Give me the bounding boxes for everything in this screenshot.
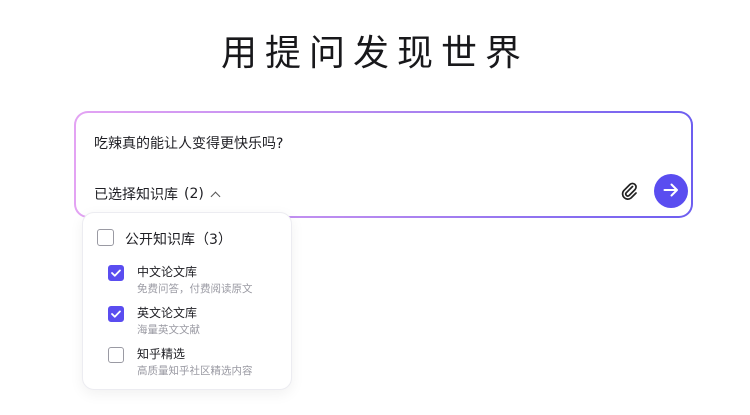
page-title: 用提问发现世界 (220, 33, 529, 74)
kb-item-name: 知乎精选 (137, 347, 186, 361)
kb-item-desc: 高质量知乎社区精选内容 (137, 365, 253, 377)
kb-item-desc: 免费问答，付费阅读原文 (137, 283, 253, 295)
chevron-up-icon (210, 191, 221, 201)
kb-selected-count: (2) (184, 186, 204, 202)
knowledge-base-dropdown: 公开知识库（3） 中文论文库 免费问答，付费阅读原文 英文论文库 海量英文文献 … (82, 212, 292, 390)
knowledge-base-toggle[interactable]: 已选择知识库 (2) (94, 184, 221, 204)
kb-item-desc: 海量英文文献 (137, 324, 200, 336)
group-label: 公开知识库（3） (125, 232, 232, 248)
arrow-right-icon (663, 183, 679, 200)
item-checkbox[interactable] (108, 347, 124, 363)
send-button[interactable] (654, 174, 688, 208)
query-input[interactable]: 吃辣真的能让人变得更快乐吗? (94, 133, 283, 153)
search-box-inner: 吃辣真的能让人变得更快乐吗? 已选择知识库 (2) (76, 113, 691, 216)
item-checkbox[interactable] (108, 265, 124, 281)
kb-group-public[interactable]: 公开知识库（3） (97, 228, 287, 248)
kb-item-zhihu-picks[interactable]: 知乎精选 高质量知乎社区精选内容 (108, 345, 288, 379)
kb-item-name: 英文论文库 (137, 306, 198, 320)
paperclip-icon[interactable] (619, 180, 639, 202)
item-checkbox[interactable] (108, 306, 124, 322)
kb-item-name: 中文论文库 (137, 265, 198, 279)
kb-item-chinese-papers[interactable]: 中文论文库 免费问答，付费阅读原文 (108, 263, 288, 297)
search-box: 吃辣真的能让人变得更快乐吗? 已选择知识库 (2) (74, 111, 693, 218)
kb-toggle-label: 已选择知识库 (94, 187, 178, 203)
group-checkbox[interactable] (97, 229, 114, 246)
kb-item-english-papers[interactable]: 英文论文库 海量英文文献 (108, 304, 288, 338)
